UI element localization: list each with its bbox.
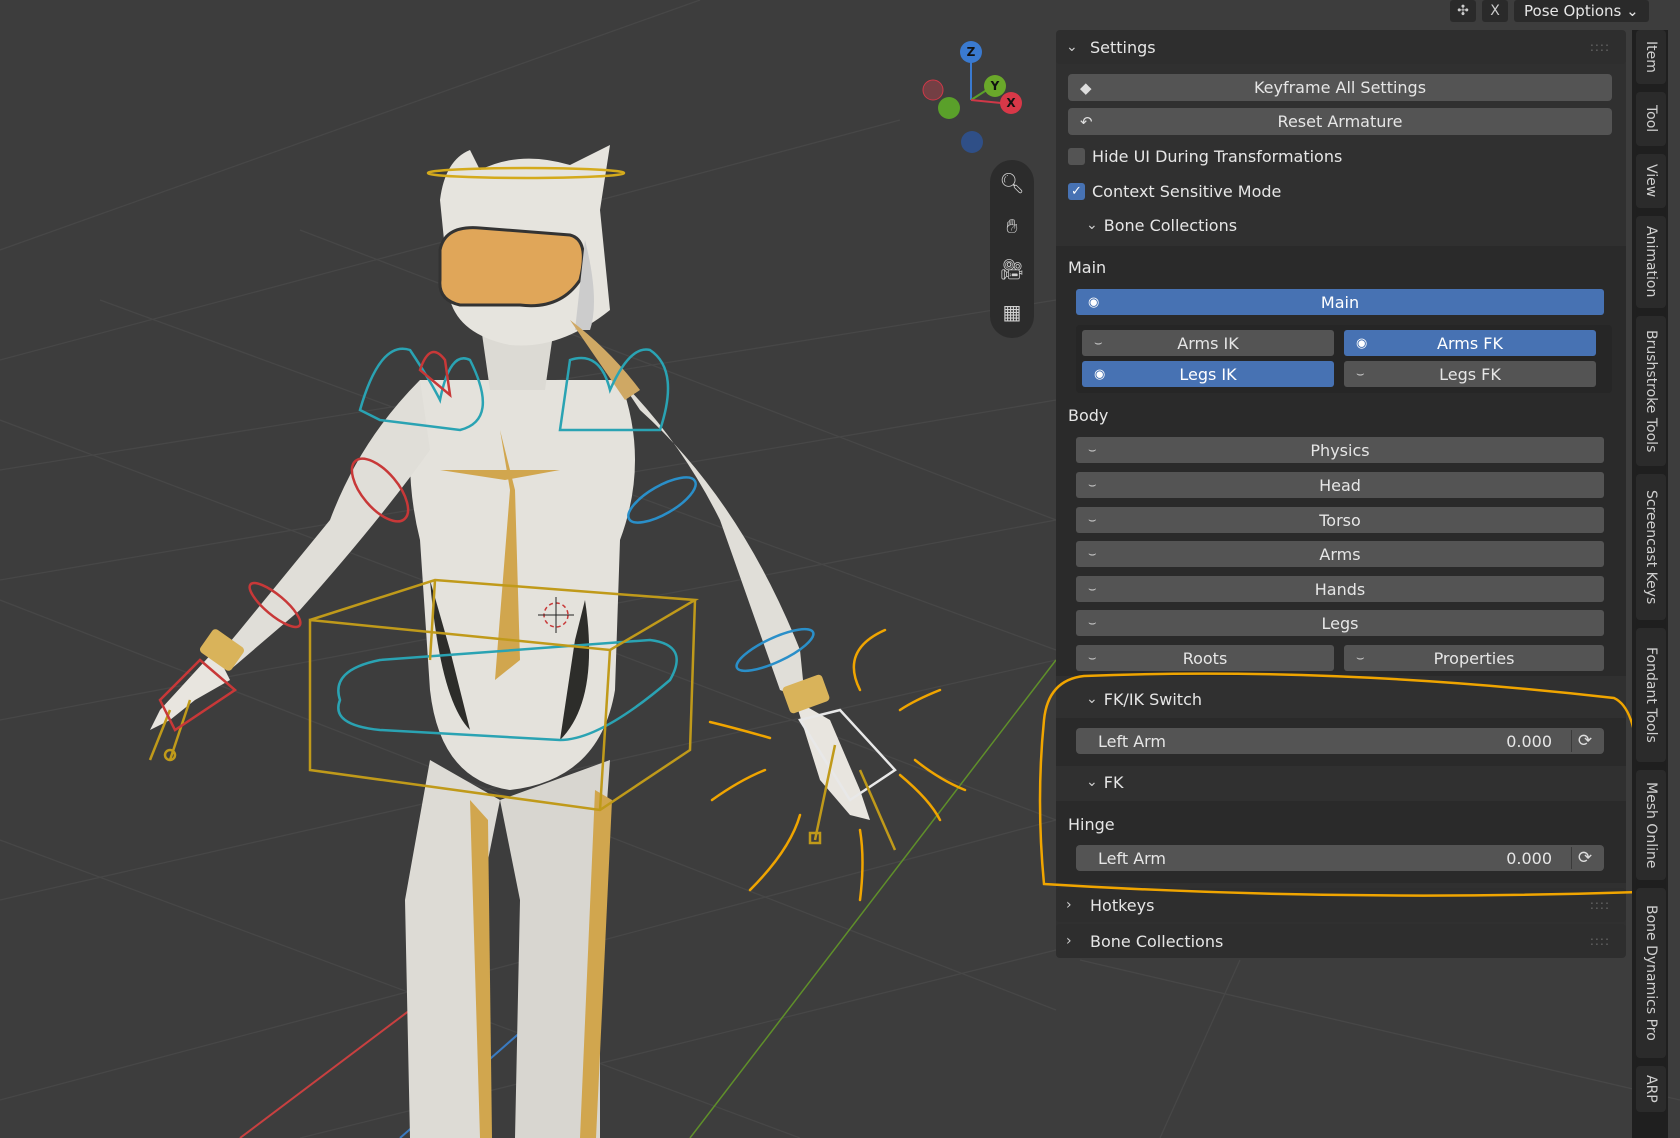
eye-icon: ◉ (1088, 294, 1100, 310)
reset-armature-button[interactable]: ↶ Reset Armature (1068, 108, 1612, 135)
drag-handle-icon[interactable]: :::: (1590, 40, 1610, 54)
mirror-x-toggle[interactable]: X (1482, 0, 1508, 22)
arms-ik-button[interactable]: ⌣ Arms IK (1082, 330, 1334, 356)
tab-bone-dynamics-pro[interactable]: Bone Dynamics Pro (1636, 888, 1666, 1058)
hand-icon[interactable]: ✋︎ (998, 212, 1026, 240)
zoom-icon[interactable]: 🔍︎ (998, 169, 1026, 197)
legs-button[interactable]: ⌣ Legs (1076, 610, 1604, 636)
hide-ui-checkbox[interactable] (1068, 147, 1085, 165)
pose-options-label: Pose Options (1524, 2, 1622, 20)
grid-icon[interactable]: ▦ (998, 298, 1026, 326)
eye-closed-icon: ⌣ (1088, 581, 1097, 597)
roots-button[interactable]: ⌣ Roots (1076, 645, 1334, 671)
bone-collections-subpanel-header[interactable]: ⌄ Bone Collections (1086, 211, 1237, 239)
context-sensitive-checkbox-row[interactable]: ✓ Context Sensitive Mode (1068, 178, 1281, 204)
arms-label: Arms (1319, 544, 1361, 564)
legs-ik-label: Legs IK (1179, 364, 1237, 384)
main-collection-label: Main (1320, 292, 1360, 312)
eye-closed-icon: ⌣ (1088, 546, 1097, 562)
hide-ui-checkbox-row[interactable]: Hide UI During Transformations (1068, 143, 1342, 169)
torso-button[interactable]: ⌣ Torso (1076, 507, 1604, 533)
settings-title: Settings (1090, 37, 1156, 57)
eye-closed-icon: ⌣ (1094, 335, 1103, 351)
context-sensitive-label: Context Sensitive Mode (1092, 181, 1282, 201)
tab-tool[interactable]: Tool (1636, 92, 1666, 146)
arms-button[interactable]: ⌣ Arms (1076, 541, 1604, 567)
z-axis-icon[interactable]: Z (960, 41, 982, 63)
eye-closed-icon: ⌣ (1356, 366, 1365, 382)
arms-fk-button[interactable]: ◉ Arms FK (1344, 330, 1596, 356)
eye-closed-icon: ⌣ (1088, 512, 1097, 528)
bone-collections-panel-header[interactable]: › Bone Collections :::: (1056, 924, 1626, 958)
drag-handle-icon[interactable]: :::: (1590, 934, 1610, 948)
tab-mesh-online[interactable]: Mesh Online (1636, 770, 1666, 880)
tab-view[interactable]: View (1636, 154, 1666, 208)
chevron-down-icon: ⌄ (1066, 39, 1078, 55)
keyframe-icon: ◆ (1080, 78, 1092, 97)
eye-closed-icon: ⌣ (1088, 477, 1097, 493)
properties-button[interactable]: ⌣ Properties (1344, 645, 1604, 671)
eye-closed-icon: ⌣ (1088, 615, 1097, 631)
eye-closed-icon: ⌣ (1356, 650, 1365, 666)
arms-fk-label: Arms FK (1437, 333, 1503, 353)
eye-closed-icon: ⌣ (1088, 650, 1097, 666)
physics-label: Physics (1310, 440, 1370, 460)
shading-icon[interactable]: ✣ (1450, 0, 1476, 22)
physics-button[interactable]: ⌣ Physics (1076, 437, 1604, 463)
keyframe-all-label: Keyframe All Settings (1253, 78, 1427, 97)
hands-button[interactable]: ⌣ Hands (1076, 576, 1604, 602)
tab-screencast-keys[interactable]: Screencast Keys (1636, 474, 1666, 620)
context-sensitive-checkbox[interactable]: ✓ (1068, 182, 1085, 200)
head-label: Head (1319, 475, 1361, 495)
reset-armature-label: Reset Armature (1277, 112, 1403, 131)
bone-collections-title: Bone Collections (1090, 931, 1224, 951)
keyframe-all-settings-button[interactable]: ◆ Keyframe All Settings (1068, 74, 1612, 101)
legs-fk-button[interactable]: ⌣ Legs FK (1344, 361, 1596, 387)
bone-collections-sub-label: Bone Collections (1103, 215, 1238, 235)
legs-label: Legs (1321, 613, 1359, 633)
head-button[interactable]: ⌣ Head (1076, 472, 1604, 498)
x-axis-icon[interactable]: X (1000, 92, 1022, 114)
header-bar: ✣ X Pose Options ⌄ (1450, 0, 1649, 22)
y-axis-icon[interactable]: Y (984, 75, 1006, 97)
eye-closed-icon: ⌣ (1088, 442, 1097, 458)
eye-icon: ◉ (1094, 366, 1106, 382)
tab-animation[interactable]: Animation (1636, 216, 1666, 308)
camera-icon[interactable]: 🎥︎ (998, 255, 1026, 283)
legs-ik-button[interactable]: ◉ Legs IK (1082, 361, 1334, 387)
roots-label: Roots (1182, 648, 1228, 668)
main-section-label: Main (1068, 257, 1107, 277)
arms-ik-label: Arms IK (1177, 333, 1239, 353)
chevron-right-icon: › (1066, 933, 1072, 949)
torso-label: Torso (1319, 510, 1361, 530)
body-section-label: Body (1068, 405, 1109, 425)
tab-arp[interactable]: ARP (1636, 1066, 1666, 1112)
main-collection-button[interactable]: ◉ Main (1076, 289, 1604, 315)
tab-brushstroke-tools[interactable]: Brushstroke Tools (1636, 316, 1666, 466)
chevron-down-icon: ⌄ (1086, 217, 1098, 233)
hide-ui-label: Hide UI During Transformations (1092, 146, 1343, 166)
properties-label: Properties (1433, 648, 1515, 668)
settings-panel-header[interactable]: ⌄ Settings :::: (1056, 30, 1626, 64)
eye-icon: ◉ (1356, 335, 1368, 351)
undo-icon: ↶ (1080, 112, 1093, 131)
pose-options-dropdown[interactable]: Pose Options ⌄ (1514, 0, 1649, 22)
hands-label: Hands (1314, 579, 1366, 599)
annotation-outline (1038, 672, 1642, 897)
tab-item[interactable]: Item (1636, 30, 1666, 84)
legs-fk-label: Legs FK (1439, 364, 1501, 384)
tab-fondant-tools[interactable]: Fondant Tools (1636, 628, 1666, 762)
